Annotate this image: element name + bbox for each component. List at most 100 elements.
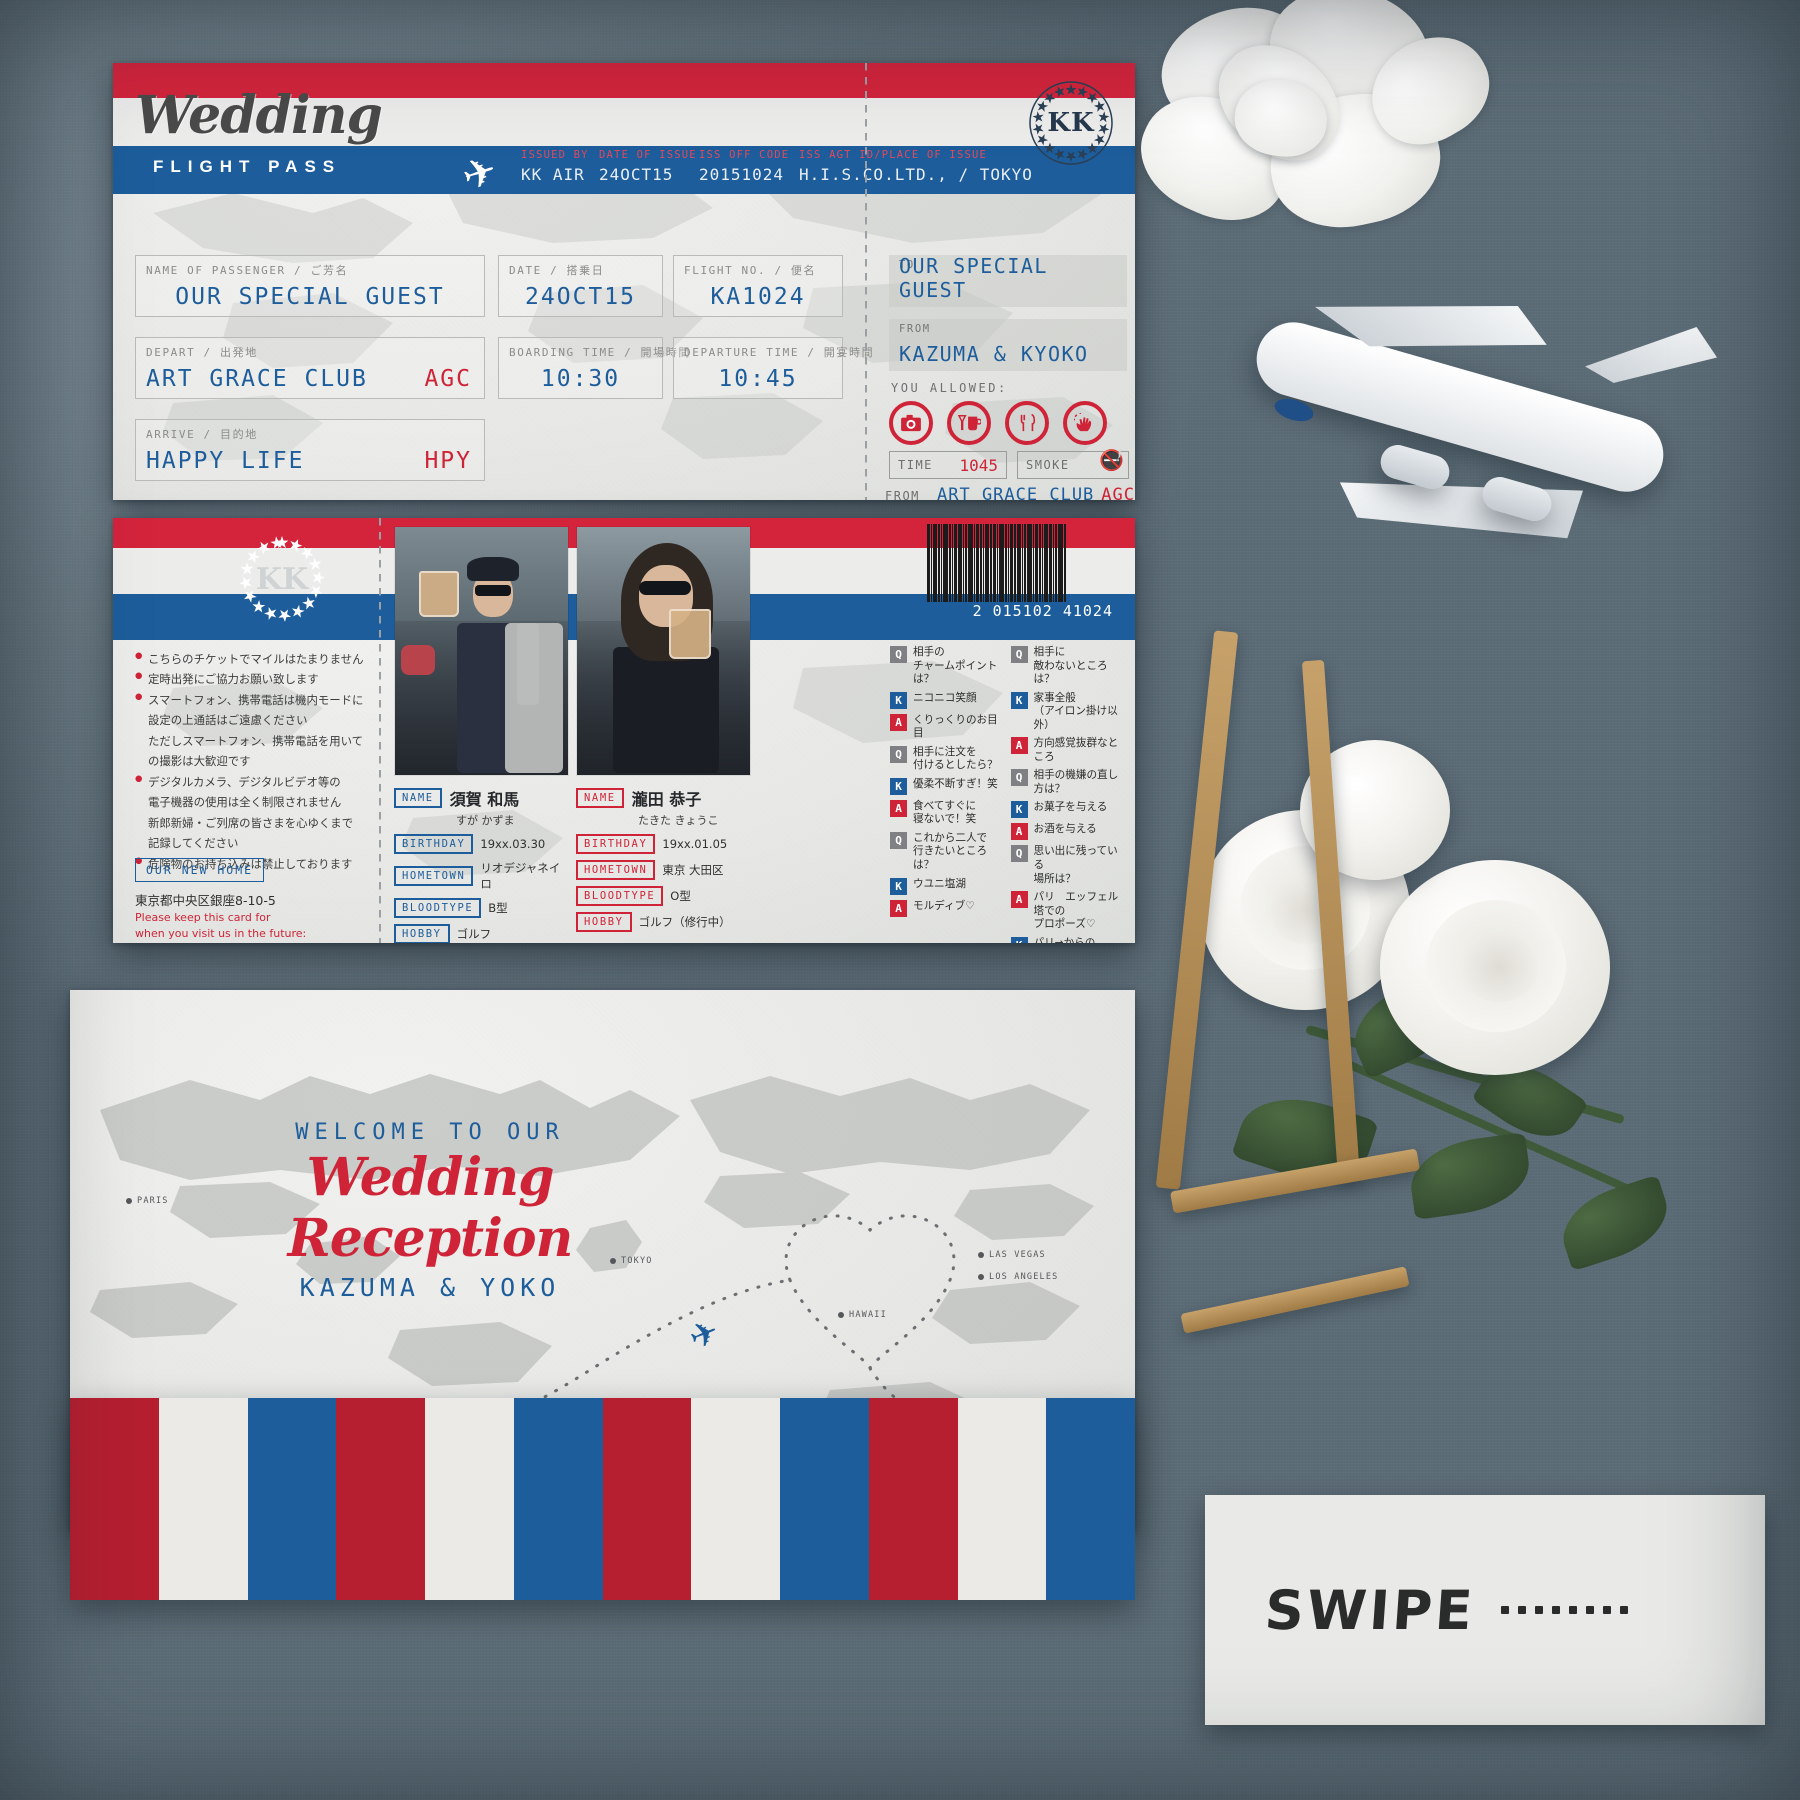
qa-text: くりっくりのお目目 xyxy=(913,713,998,740)
qa-text: これから二人で 行きたいところは？ xyxy=(913,831,988,872)
qa-row: Q 相手の チャームポイントは？ xyxy=(890,646,999,687)
applause-icon xyxy=(1063,401,1107,445)
qa-row: A モルディブ♡ xyxy=(890,899,999,917)
kk-seal-badge: KK xyxy=(1029,81,1113,165)
bloodtype-value: B型 xyxy=(488,901,508,915)
q-badge: Q xyxy=(1010,769,1028,787)
welcome-line-3: KAZUMA & YOKO xyxy=(299,1273,561,1302)
you-allowed-label: YOU ALLOWED: xyxy=(891,381,1008,395)
field-departure-time: DEPARTURE TIME / 開宴時間 10:45 xyxy=(673,337,873,399)
drink-icon xyxy=(947,401,991,445)
time-box: TIME 1045 xyxy=(889,451,1007,479)
map-label-las-vegas: LAS VEGAS xyxy=(978,1250,1046,1260)
note-item: こちらのチケットでマイルはたまりません xyxy=(135,650,385,668)
stub-from-label: FROM xyxy=(899,323,931,335)
q-badge: Q xyxy=(1010,646,1028,663)
k-badge: K xyxy=(1010,936,1028,943)
field-value: HAPPY LIFE xyxy=(146,448,305,474)
k-badge: K xyxy=(1010,801,1028,819)
iss-off-code-label: ISS OFF CODE xyxy=(699,149,790,161)
note-item: 設定の上通話はご遠慮ください xyxy=(148,713,308,728)
field-value: 24OCT15 xyxy=(525,284,636,310)
qa-text: 相手の機嫌の直し方は？ xyxy=(1033,769,1119,795)
barcode xyxy=(927,524,1113,602)
notes-list: こちらのチケットでマイルはたまりません 定時出発にご協力お願い致します スマート… xyxy=(135,650,385,875)
seal-initials: KK xyxy=(255,561,309,597)
a-badge: A xyxy=(890,713,907,731)
hobby-tag: HOBBY xyxy=(394,924,450,943)
field-value: 10:30 xyxy=(540,366,621,392)
time-label: TIME xyxy=(898,458,933,472)
time-value: 1045 xyxy=(959,455,998,475)
perforation-line xyxy=(865,63,867,500)
field-label: DEPARTURE TIME / 開宴時間 xyxy=(684,346,875,359)
qa-row: A 方向感覚抜群なところ xyxy=(1010,737,1120,764)
home-note: Please keep this card for when you visit… xyxy=(135,911,307,940)
qa-text: ニコニコ笑顔 xyxy=(913,691,977,704)
allowed-icons-row xyxy=(889,401,1107,445)
q-badge: Q xyxy=(890,646,907,663)
field-value: ART GRACE CLUB xyxy=(146,366,368,392)
birthday-tag: BIRTHDAY xyxy=(394,834,474,854)
field-arrive: ARRIVE / 目的地 HAPPY LIFE HPY xyxy=(135,419,485,481)
field-date: DATE / 搭乗日 24OCT15 xyxy=(498,255,663,317)
field-label: DATE / 搭乗日 xyxy=(509,264,605,277)
stub-to-field: TO OUR SPECIAL GUEST xyxy=(889,254,1127,307)
row-code: AGC xyxy=(1101,485,1135,500)
qa-text: パリ エッフェル塔での プロポーズ♡ xyxy=(1033,891,1119,931)
row-label: FROM xyxy=(885,489,920,500)
name-tag: NAME xyxy=(576,788,624,808)
iss-off-code-value: 20151024 xyxy=(699,165,785,184)
issued-by-label: ISSUED BY xyxy=(521,149,589,161)
stub-from-field: FROM KAZUMA & KYOKO xyxy=(889,319,1127,371)
birthday-value: 19xx.01.05 xyxy=(662,837,728,851)
qa-text: 家事全般 （アイロン掛け以外） xyxy=(1033,691,1118,731)
profile-name: 須賀 和馬 xyxy=(449,790,520,809)
qa-row: Q 相手に注文を 付けるとしたら？ xyxy=(890,745,999,773)
barcode-number: 2 015102 41024 xyxy=(972,602,1113,620)
row-value: ART GRACE CLUB xyxy=(937,485,1095,500)
date-of-issue-label: DATE OF ISSUE xyxy=(599,149,697,161)
note-item: 電子機器の使用は全く制限されません xyxy=(148,795,342,810)
qa-row: K お菓子を与える xyxy=(1010,801,1120,819)
a-badge: A xyxy=(890,799,907,817)
a-badge: A xyxy=(1010,737,1028,755)
kk-seal-badge: KK xyxy=(235,532,329,626)
hometown-tag: HOMETOWN xyxy=(576,860,656,880)
welcome-text-block: WELCOME TO OUR Wedding Reception KAZUMA … xyxy=(245,1120,615,1302)
field-value: OUR SPECIAL GUEST xyxy=(175,284,445,310)
qa-row: K 家事全般 （アイロン掛け以外） xyxy=(1010,691,1120,733)
date-of-issue-value: 24OCT15 xyxy=(599,165,674,184)
hobby-value: ゴルフ（修行中） xyxy=(638,915,731,929)
qa-text: 相手の チャームポイントは？ xyxy=(913,646,998,686)
birthday-tag: BIRTHDAY xyxy=(576,834,656,854)
k-badge: K xyxy=(890,877,907,895)
profile-groom: NAME 須賀 和馬 すが かずま BIRTHDAY 19xx.03.30 HOM… xyxy=(394,786,569,943)
issued-by-value: KK AIR xyxy=(521,165,585,184)
qa-section: Q 相手の チャームポイントは？ K ニコニコ笑顔 A くりっくりのお目目 Q 相手に注… xyxy=(890,646,1119,943)
swipe-label: SWIPE xyxy=(1262,1578,1478,1642)
qa-row: Q 思い出に残っている 場所は？ xyxy=(1010,845,1120,886)
striped-band xyxy=(70,1398,1135,1600)
field-label: BOARDING TIME / 開場時間 xyxy=(509,346,691,359)
qa-text: 優柔不断すぎ！笑 xyxy=(913,777,998,790)
field-flight-no: FLIGHT NO. / 便名 KA1024 xyxy=(673,255,843,317)
field-label: NAME OF PASSENGER / ご芳名 xyxy=(146,264,349,277)
swipe-hint-card[interactable]: SWIPE xyxy=(1205,1495,1765,1725)
field-label: ARRIVE / 目的地 xyxy=(146,428,258,441)
birthday-value: 19xx.03.30 xyxy=(480,837,546,851)
field-depart: DEPART / 出発地 ART GRACE CLUB AGC xyxy=(135,337,485,399)
cutlery-icon xyxy=(1005,401,1049,445)
map-label-paris: PARIS xyxy=(126,1196,169,1206)
map-label-hawaii: HAWAII xyxy=(838,1310,887,1320)
our-new-home-button[interactable]: OUR NEW HOME xyxy=(135,858,265,882)
name-tag: NAME xyxy=(394,788,442,808)
qa-row: K ウユニ塩湖 xyxy=(890,877,999,895)
qa-text: 方向感覚抜群なところ xyxy=(1033,737,1119,763)
bloodtype-tag: BLOODTYPE xyxy=(576,886,664,906)
no-smoking-icon: 🚭 xyxy=(1099,450,1124,472)
bride-photo xyxy=(576,526,751,776)
hobby-value: ゴルフ xyxy=(456,927,492,941)
q-badge: Q xyxy=(890,831,907,849)
hometown-value: 東京 大田区 xyxy=(662,863,724,877)
